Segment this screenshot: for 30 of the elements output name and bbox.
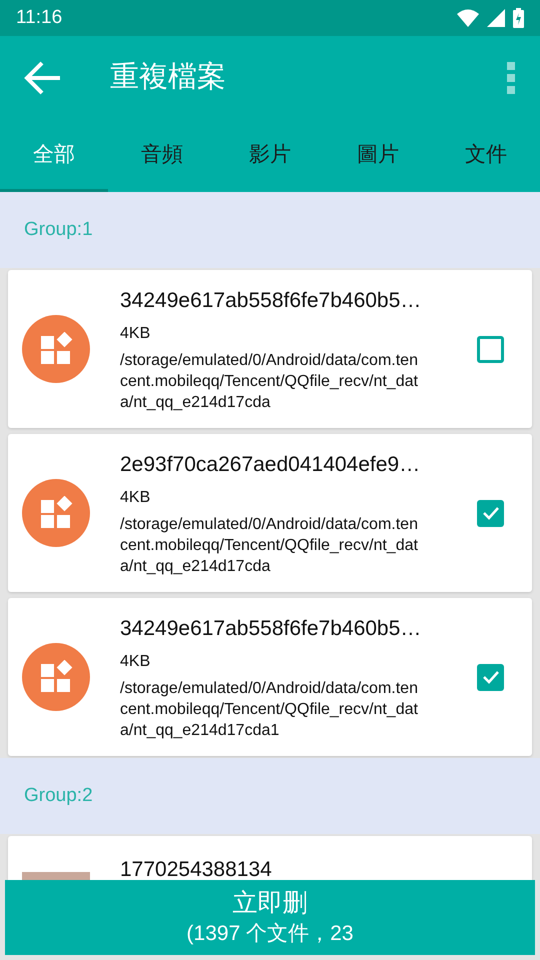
file-path: /storage/emulated/0/Android/data/com.tencent.mobileqq/Tencent/QQfile_recv/nt_data/nt_qq_e214d17cda	[120, 351, 419, 414]
group-title: Group:2	[24, 784, 93, 808]
file-card[interactable]: 1770254388134	[8, 836, 532, 880]
back-arrow-icon[interactable]	[24, 60, 62, 96]
status-time: 11:16	[16, 6, 62, 30]
file-size: 4KB	[120, 488, 152, 508]
file-name: 34249e617ab558f6fe7b460b5…	[120, 288, 422, 314]
file-name: 34249e617ab558f6fe7b460b5…	[120, 616, 422, 642]
signal-icon	[487, 9, 505, 27]
file-card[interactable]: 34249e617ab558f6fe7b460b5… 4KB /storage/emulated/0/Android/data/com.tencent.mobileqq/Tencent/QQfile_recv/nt_data/nt_qq_e214d17cda1	[8, 598, 532, 756]
category-tab[interactable]: 音頻	[108, 120, 216, 192]
app-bar-title: 重複檔案	[110, 60, 226, 96]
wifi-icon	[457, 9, 479, 27]
battery-icon	[513, 8, 524, 28]
file-size: 4KB	[120, 652, 152, 672]
more-options-icon[interactable]	[506, 62, 516, 94]
group-title: Group:1	[24, 218, 93, 242]
file-path: /storage/emulated/0/Android/data/com.tencent.mobileqq/Tencent/QQfile_recv/nt_data/nt_qq_e214d17cda	[120, 515, 419, 578]
checkbox[interactable]	[477, 664, 504, 690]
checkbox[interactable]	[477, 336, 504, 362]
file-size: 4KB	[120, 324, 152, 344]
file-path: /storage/emulated/0/Android/data/com.tencent.mobileqq/Tencent/QQfile_recv/nt_data/nt_qq_e214d17cda1	[120, 679, 419, 742]
file-card[interactable]: 2e93f70ca267aed041404efe9… 4KB /storage/emulated/0/Android/data/com.tencent.mobileqq/Tencent/QQfile_recv/nt_data/nt_qq_e214d17cda	[8, 434, 532, 592]
file-name: 1770254388134	[120, 857, 273, 880]
checkbox[interactable]	[477, 500, 504, 526]
category-tab[interactable]: 影片	[216, 120, 324, 192]
category-tab[interactable]: 圖片	[324, 120, 432, 192]
category-tab[interactable]: 文件	[432, 120, 540, 192]
file-name: 2e93f70ca267aed041404efe9…	[120, 452, 422, 478]
file-card[interactable]: 34249e617ab558f6fe7b460b5… 4KB /storage/emulated/0/Android/data/com.tencent.mobileqq/Tencent/QQfile_recv/nt_data/nt_qq_e214d17cda	[8, 270, 532, 428]
